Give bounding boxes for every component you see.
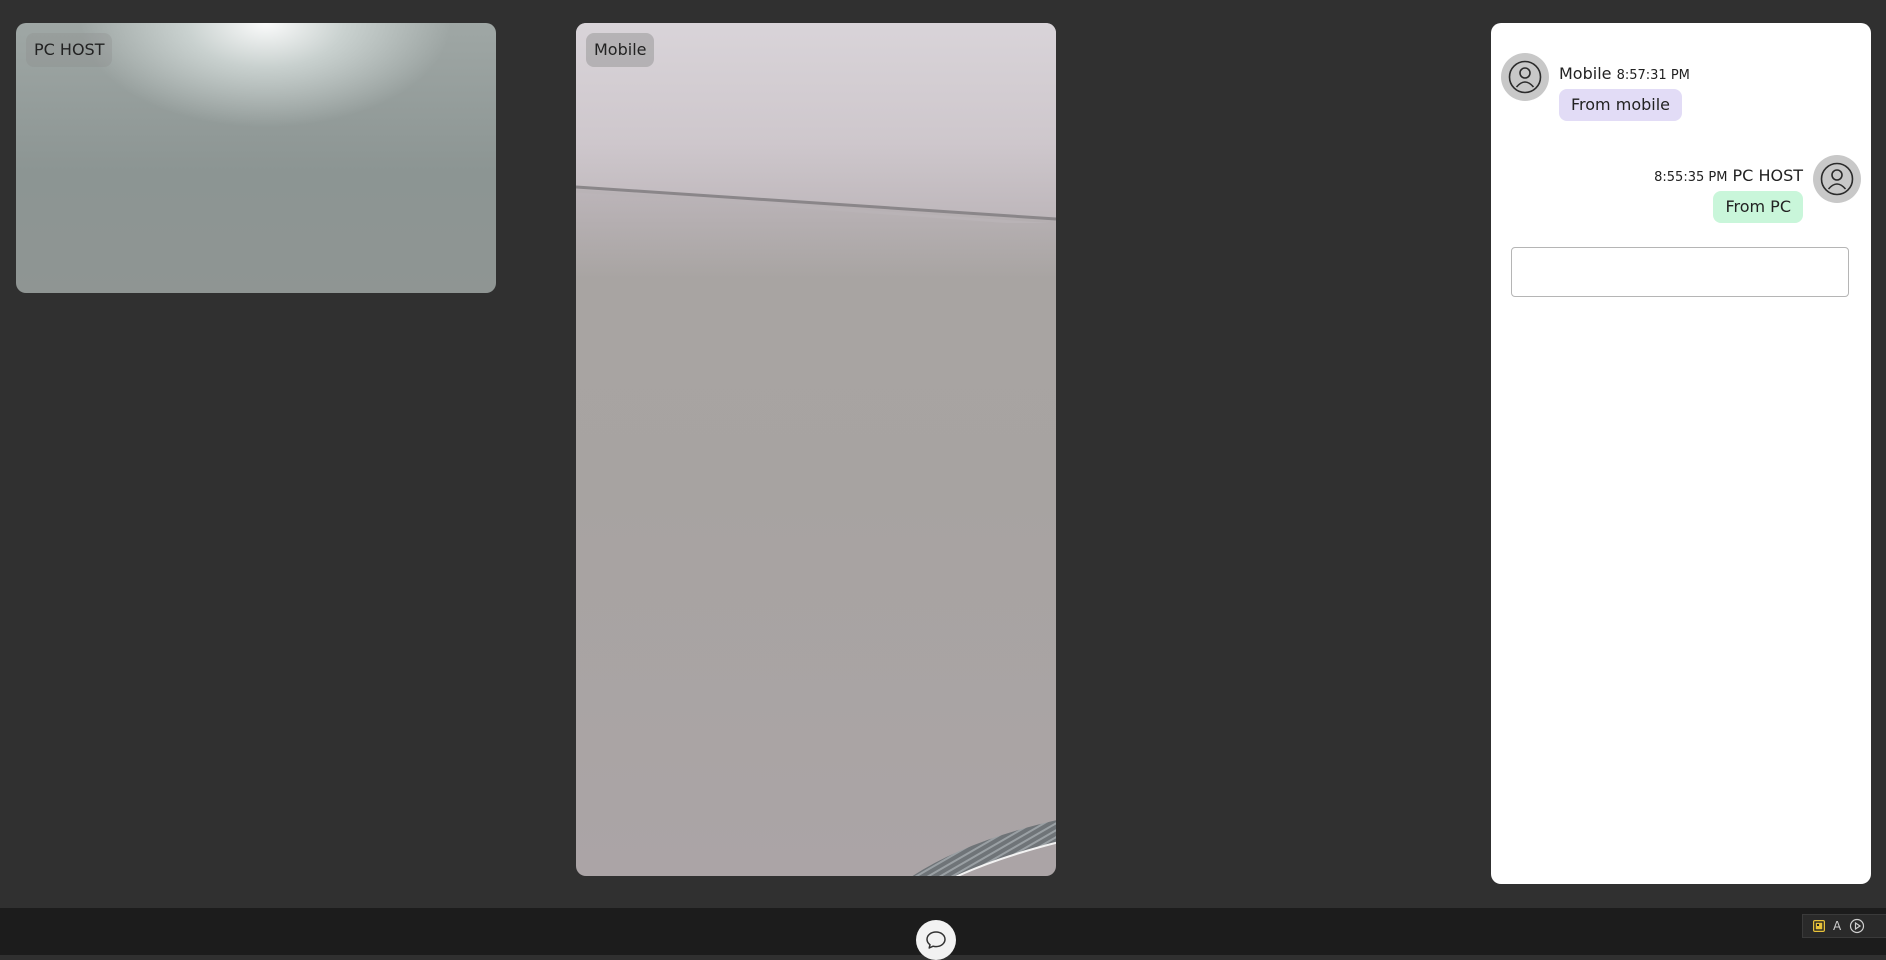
app-icon[interactable]	[1813, 920, 1825, 932]
chat-panel: Mobile 8:57:31 PM From mobile 8:55:35 PM…	[1491, 23, 1871, 884]
remote-video-label: Mobile	[586, 33, 655, 67]
user-avatar-icon	[1820, 162, 1854, 196]
remote-video-tile: Mobile	[576, 23, 1056, 876]
message-bubble: From PC	[1713, 191, 1803, 223]
local-video-label: PC HOST	[26, 33, 113, 67]
system-tray: A	[1802, 914, 1886, 938]
message-header: 8:55:35 PM PC HOST	[1654, 166, 1803, 185]
message-time: 8:55:35 PM	[1654, 170, 1728, 185]
chat-toggle-button[interactable]	[916, 920, 956, 960]
chat-message-outgoing: 8:55:35 PM PC HOST From PC	[1491, 23, 1871, 223]
bottom-toolbar: A	[0, 908, 1886, 960]
chat-message-input[interactable]	[1511, 247, 1849, 297]
chat-bubble-icon	[926, 931, 946, 949]
hose-shape	[912, 820, 1056, 876]
app-glyph-icon	[1814, 921, 1824, 931]
keyboard-letter-icon[interactable]: A	[1833, 919, 1841, 933]
local-video-tile: PC HOST	[16, 23, 496, 293]
message-sender: PC HOST	[1732, 166, 1803, 185]
avatar	[1813, 155, 1861, 203]
play-icon[interactable]	[1849, 918, 1865, 934]
